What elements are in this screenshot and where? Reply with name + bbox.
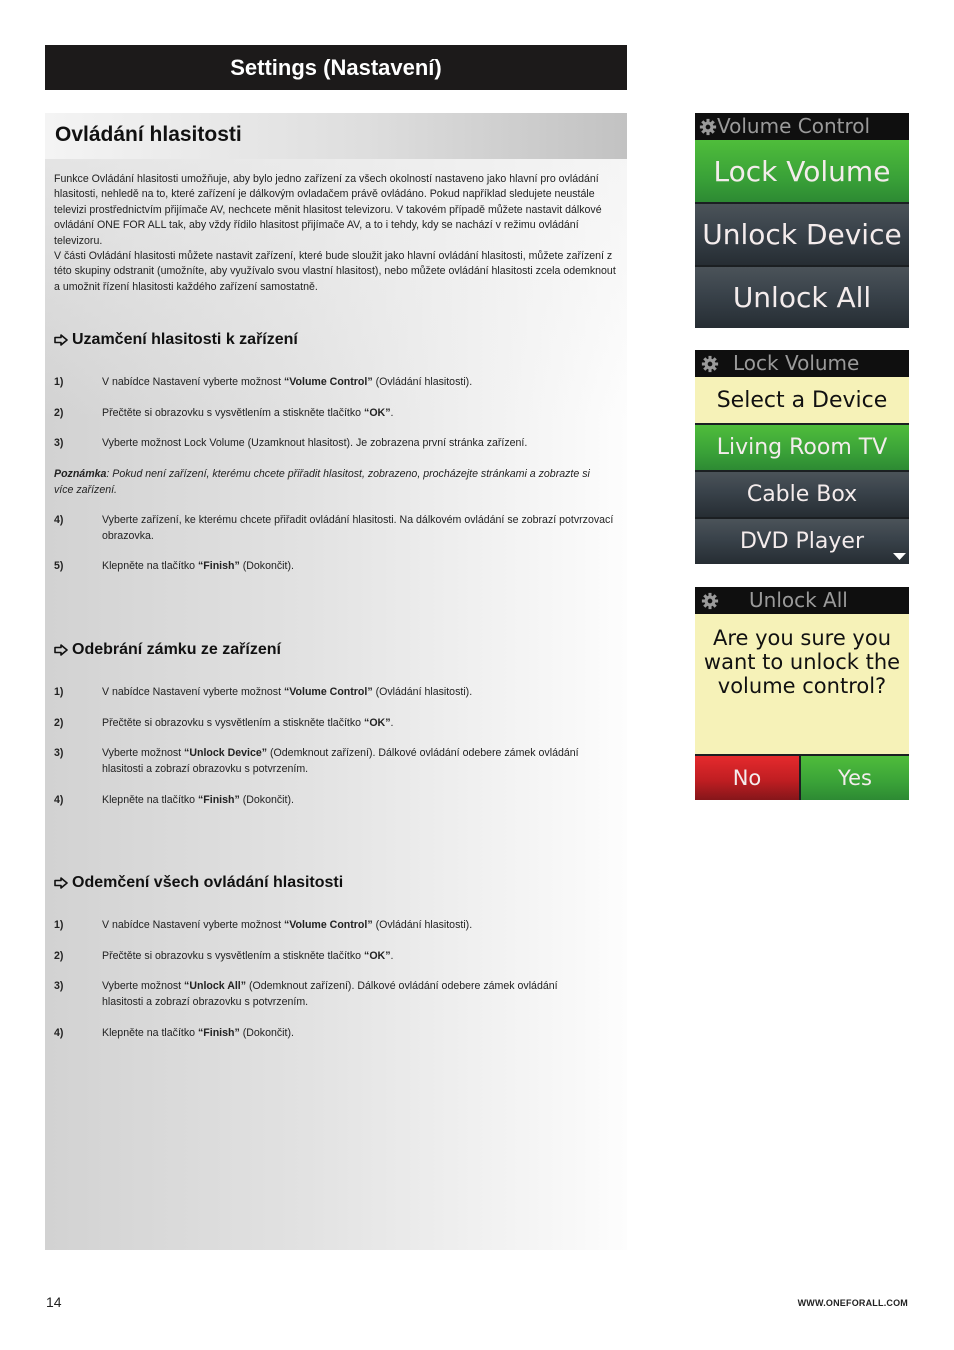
step-text: Přečtěte si obrazovku s vysvětlením a st… [102, 407, 394, 419]
note-text: : Pokud není zařízení, kterému chcete př… [54, 468, 590, 496]
step-text: Vyberte možnost Lock Volume (Uzamknout h… [102, 437, 528, 449]
step-item: 4) Klepněte na tlačítko “Finish” (Dokonč… [54, 1025, 624, 1041]
gear-icon [699, 118, 717, 135]
intro-paragraph: V části Ovládání hlasitosti můžete nasta… [54, 250, 616, 293]
screen-lock-volume: Lock Volume Select a Device Living Room … [695, 350, 909, 564]
scroll-down-icon[interactable] [893, 553, 906, 560]
step-number: 1) [54, 686, 64, 698]
step-item: 1) V nabídce Nastavení vyberte možnost “… [54, 917, 624, 933]
step-text: Klepněte na tlačítko “Finish” (Dokončit)… [102, 560, 294, 572]
page-header-title: Settings (Nastavení) [230, 55, 442, 80]
step-number: 4) [54, 794, 64, 806]
subheading-unlock-all: Odemčení všech ovládání hlasitosti [54, 874, 343, 892]
gear-icon [701, 592, 719, 609]
subheading-text: Odebrání zámku ze zařízení [72, 641, 281, 658]
step-item: 2) Přečtěte si obrazovku s vysvětlením a… [54, 715, 624, 731]
step-text: Přečtěte si obrazovku s vysvětlením a st… [102, 717, 394, 729]
page-number: 14 [46, 1294, 62, 1310]
arrow-right-icon [54, 644, 68, 656]
intro-text: Funkce Ovládání hlasitosti umožňuje, aby… [54, 172, 620, 295]
step-text: Klepněte na tlačítko “Finish” (Dokončit)… [102, 794, 294, 806]
step-text: Přečtěte si obrazovku s vysvětlením a st… [102, 950, 394, 962]
subheading-unlock-device: Odebrání zámku ze zařízení [54, 641, 281, 659]
unlock-device-button[interactable]: Unlock Device [695, 202, 909, 265]
gear-icon [701, 355, 719, 372]
note: Poznámka: Pokud není zařízení, kterému c… [54, 466, 594, 498]
step-text: Vyberte možnost “Unlock All” (Odemknout … [102, 980, 558, 1008]
confirmation-message: Are you sure you want to unlock the volu… [695, 614, 909, 754]
step-item: 4) Vyberte zařízení, ke kterému chcete p… [54, 512, 624, 544]
step-text: V nabídce Nastavení vyberte možnost “Vol… [102, 686, 473, 698]
device-item-dvd-player[interactable]: DVD Player [695, 517, 909, 564]
screen-title: Lock Volume [733, 351, 860, 375]
step-text: Klepněte na tlačítko “Finish” (Dokončit)… [102, 1027, 294, 1039]
lock-volume-button[interactable]: Lock Volume [695, 140, 909, 202]
step-item: 1) V nabídce Nastavení vyberte možnost “… [54, 374, 624, 390]
step-number: 2) [54, 407, 64, 419]
no-button[interactable]: No [695, 756, 801, 800]
step-number: 3) [54, 437, 64, 449]
screen-volume-control: Volume Control Lock Volume Unlock Device… [695, 113, 909, 328]
screen-header: Volume Control [695, 113, 909, 140]
step-item: 2) Přečtěte si obrazovku s vysvětlením a… [54, 405, 624, 421]
section-title: Ovládání hlasitosti [55, 123, 242, 146]
step-item: 3) Vyberte možnost “Unlock Device” (Odem… [54, 745, 599, 777]
screen-header: Lock Volume [695, 350, 909, 377]
arrow-right-icon [54, 334, 68, 346]
step-number: 4) [54, 1027, 64, 1039]
step-item: 4) Klepněte na tlačítko “Finish” (Dokonč… [54, 792, 624, 808]
step-number: 5) [54, 560, 64, 572]
screen-title: Unlock All [749, 588, 848, 612]
intro-paragraph: Funkce Ovládání hlasitosti umožňuje, aby… [54, 173, 602, 247]
step-item: 5) Klepněte na tlačítko “Finish” (Dokonč… [54, 558, 624, 574]
step-item: 1) V nabídce Nastavení vyberte možnost “… [54, 684, 624, 700]
step-item: 3) Vyberte možnost “Unlock All” (Odemkno… [54, 978, 579, 1010]
device-item-cable-box[interactable]: Cable Box [695, 470, 909, 517]
step-number: 2) [54, 717, 64, 729]
step-text: Vyberte možnost “Unlock Device” (Odemkno… [102, 747, 579, 775]
step-number: 3) [54, 747, 64, 759]
screen-title: Volume Control [717, 114, 871, 138]
yes-button[interactable]: Yes [801, 756, 909, 800]
select-device-prompt: Select a Device [695, 377, 909, 423]
step-number: 3) [54, 980, 64, 992]
screen-header: Unlock All [695, 587, 909, 614]
content-panel [45, 159, 627, 1250]
step-number: 1) [54, 376, 64, 388]
subheading-text: Uzamčení hlasitosti k zařízení [72, 331, 298, 348]
step-text: V nabídce Nastavení vyberte možnost “Vol… [102, 376, 473, 388]
step-text: V nabídce Nastavení vyberte možnost “Vol… [102, 919, 473, 931]
subheading-text: Odemčení všech ovládání hlasitosti [72, 874, 344, 891]
step-item: 2) Přečtěte si obrazovku s vysvětlením a… [54, 948, 624, 964]
step-number: 2) [54, 950, 64, 962]
section-title-bar: Ovládání hlasitosti [45, 113, 627, 159]
unlock-all-button[interactable]: Unlock All [695, 265, 909, 328]
website-link[interactable]: WWW.ONEFORALL.COM [798, 1298, 908, 1308]
note-label: Poznámka [54, 468, 107, 480]
step-number: 4) [54, 514, 64, 526]
arrow-right-icon [54, 877, 68, 889]
step-number: 1) [54, 919, 64, 931]
device-item-living-room-tv[interactable]: Living Room TV [695, 423, 909, 470]
confirmation-buttons: No Yes [695, 754, 909, 800]
step-text: Vyberte zařízení, ke kterému chcete přiř… [102, 514, 614, 542]
subheading-lock: Uzamčení hlasitosti k zařízení [54, 331, 298, 349]
screen-unlock-all: Unlock All Are you sure you want to unlo… [695, 587, 909, 800]
page-header-bar: Settings (Nastavení) [45, 45, 627, 90]
step-item: 3) Vyberte možnost Lock Volume (Uzamknou… [54, 435, 624, 451]
